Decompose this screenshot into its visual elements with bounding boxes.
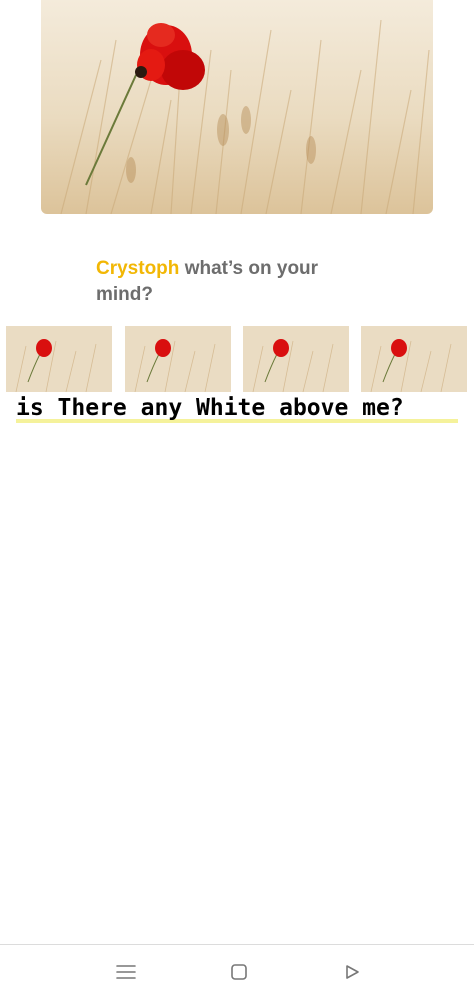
screen: Crystoph what’s on your mind? is There a…: [0, 0, 474, 1003]
back-button[interactable]: [338, 960, 366, 988]
thumbnail-image[interactable]: [243, 326, 349, 392]
hero-image: [41, 0, 433, 214]
thumbnail-image[interactable]: [125, 326, 231, 392]
user-name: Crystoph: [96, 258, 180, 279]
post-prompt[interactable]: Crystoph what’s on your mind?: [96, 256, 346, 308]
question-text: is There any White above me?: [16, 395, 404, 421]
menu-button[interactable]: [112, 960, 140, 988]
home-button[interactable]: [225, 960, 253, 988]
back-triangle-icon: [342, 962, 362, 987]
home-square-icon: [229, 962, 249, 987]
nav-divider: [0, 944, 474, 945]
thumbnail-image[interactable]: [361, 326, 467, 392]
menu-icon: [115, 963, 137, 986]
thumbnail-image[interactable]: [6, 326, 112, 392]
